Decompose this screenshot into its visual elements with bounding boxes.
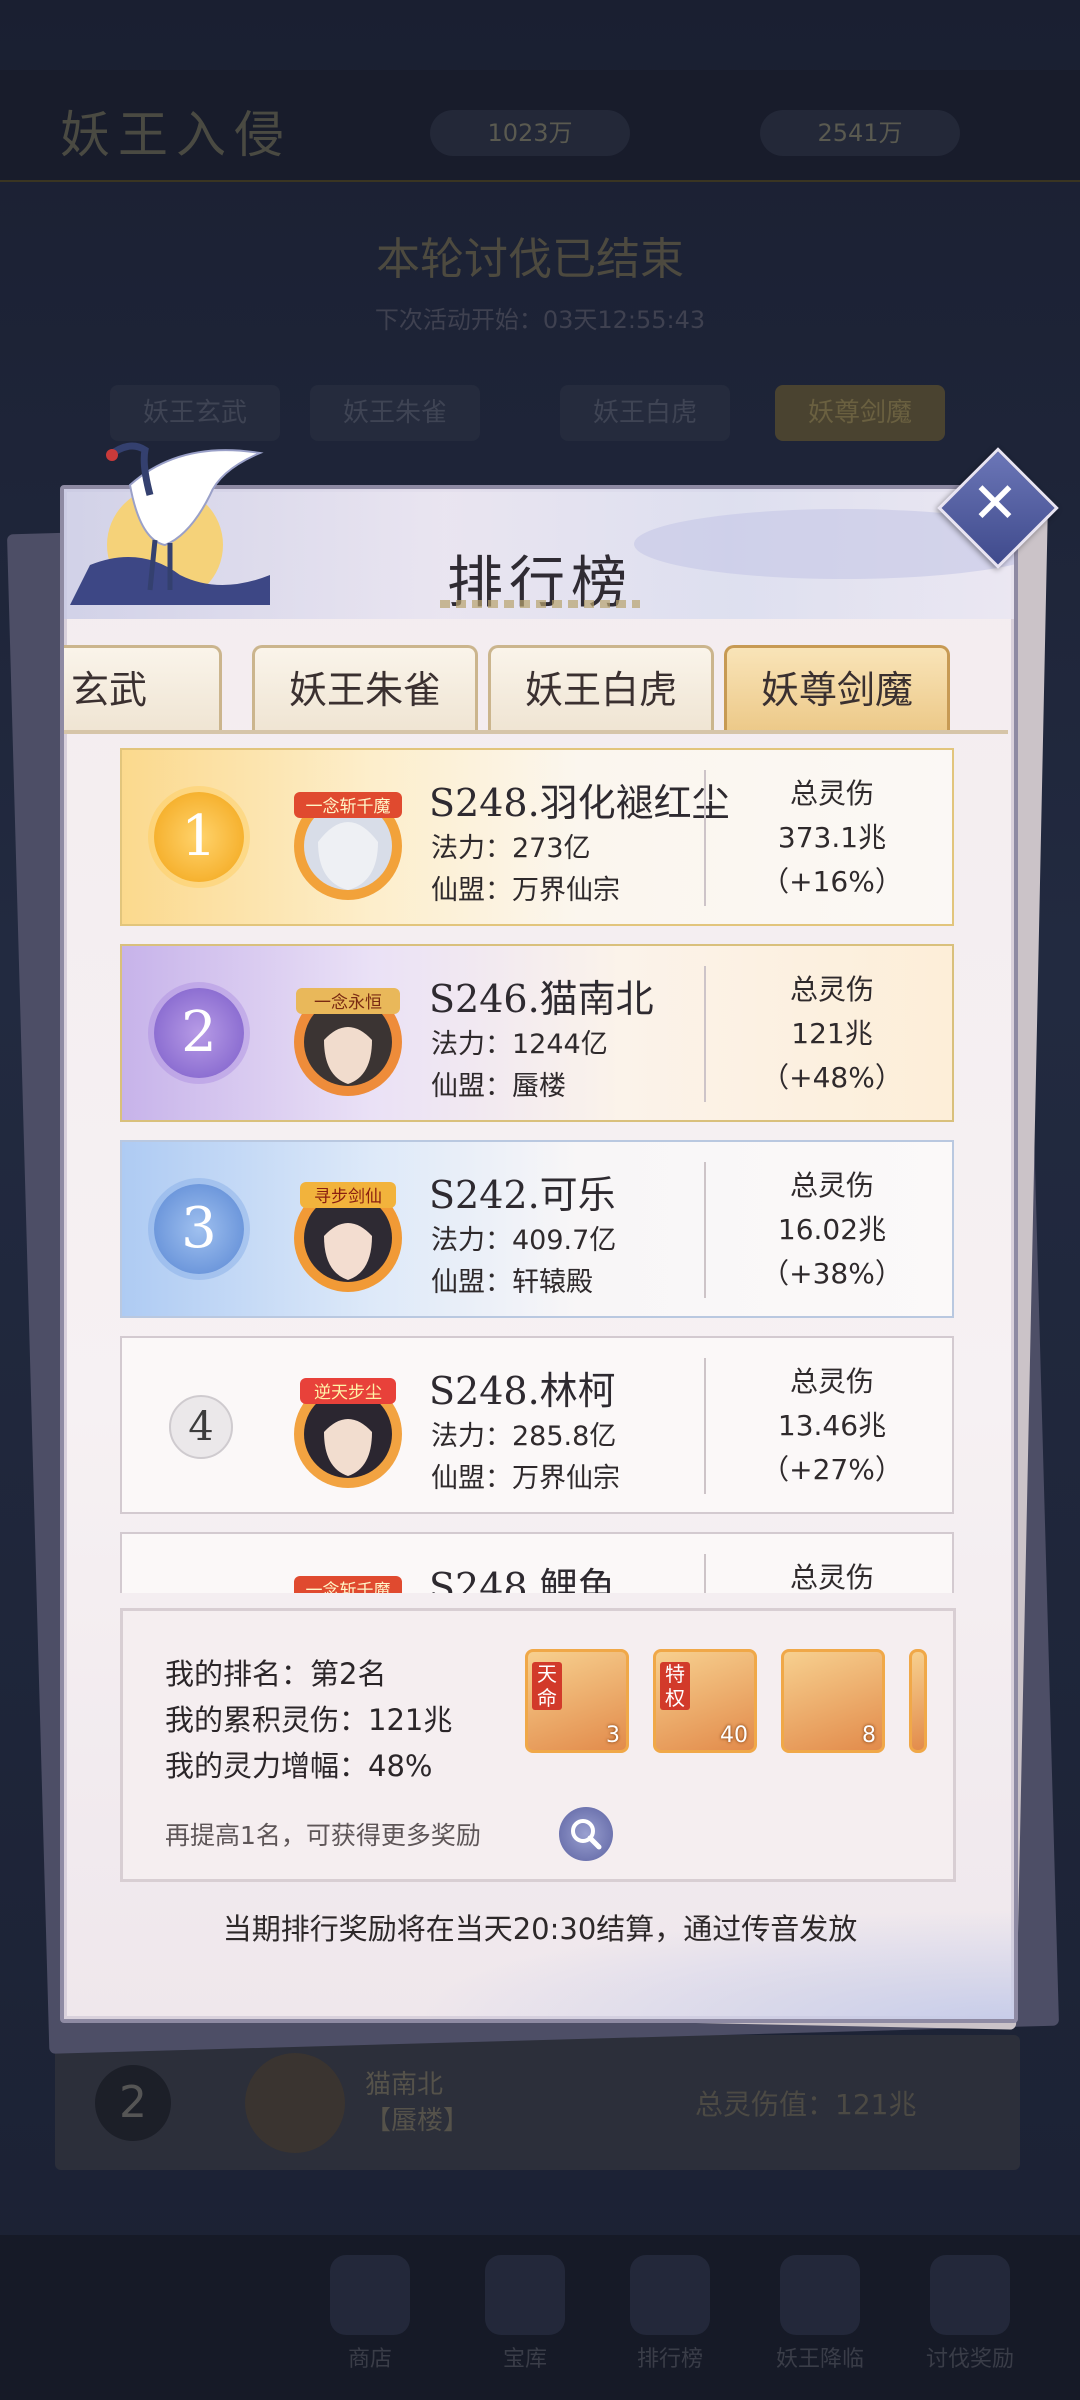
search-icon[interactable]	[559, 1807, 613, 1861]
player-name: S248.林柯	[429, 1369, 616, 1413]
stat-label: 总灵伤	[789, 1561, 874, 1593]
stat-change: （+27%）	[761, 1453, 903, 1486]
boss-tabs: 玄武 妖王朱雀 妖王白虎 妖尊剑魔	[64, 645, 1008, 735]
stat-change: （+38%）	[761, 1257, 903, 1290]
ranking-list[interactable]: 1 一念斩千魔 S248.羽化褪红尘 法力：273亿 仙盟：万界仙宗 总灵伤 3…	[120, 748, 956, 1593]
tab-xuanwu[interactable]: 玄武	[64, 645, 222, 734]
my-power-boost: 我的灵力增幅：48%	[165, 1749, 433, 1783]
stat-label: 总灵伤	[789, 1365, 874, 1398]
stat-value: 121兆	[791, 1017, 873, 1050]
my-rank-text: 我的排名：第2名	[165, 1657, 387, 1691]
tab-jianmo[interactable]: 妖尊剑魔	[724, 645, 950, 734]
reward-count: 40	[720, 1723, 748, 1748]
background-my-rank: 2	[95, 2065, 171, 2141]
stat-change: （+48%）	[761, 1061, 903, 1094]
ranking-row[interactable]: 3 寻步剑仙 S242.可乐 法力：409.7亿 仙盟：轩辕殿 总灵伤 16.0…	[120, 1140, 954, 1318]
ranking-row[interactable]: 1 一念斩千魔 S248.羽化褪红尘 法力：273亿 仙盟：万界仙宗 总灵伤 3…	[120, 748, 954, 926]
reward-settlement-note: 当期排行奖励将在当天20:30结算，通过传音发放	[222, 1912, 858, 1946]
avatar-badge: 一念斩千魔	[306, 796, 391, 817]
row-divider	[704, 1554, 706, 1593]
avatar-badge: 一念斩千魔	[306, 1580, 391, 1593]
tab-baihu[interactable]: 妖王白虎	[488, 645, 714, 734]
background-tab-3: 妖王白虎	[560, 385, 730, 441]
background-banner-sub: 下次活动开始：03天12:55:43	[374, 306, 706, 334]
rank-hint: 再提高1名，可获得更多奖励	[165, 1821, 481, 1850]
my-total-damage: 我的累积灵伤：121兆	[165, 1703, 453, 1737]
title-ornament	[440, 600, 640, 608]
rank-medal-blue: 3	[154, 1184, 244, 1274]
reward-tag: 特权	[660, 1662, 690, 1710]
background-resource-1: 1023万	[430, 110, 630, 156]
player-avatar: 一念永恒	[294, 988, 402, 1096]
reward-count: 8	[862, 1723, 876, 1748]
player-name: S248.羽化褪红尘	[429, 781, 730, 825]
row-divider	[704, 1358, 706, 1494]
background-nav-item: 妖王降临	[770, 2255, 870, 2373]
player-guild: 仙盟：万界仙宗	[431, 875, 620, 906]
ranking-row[interactable]: 一念斩千魔 S248.鲤鱼 总灵伤	[120, 1532, 954, 1593]
avatar-badge: 一念永恒	[314, 992, 382, 1013]
stat-change: （+16%）	[761, 865, 903, 898]
reward-tag: 天命	[532, 1662, 562, 1710]
reward-item-partial[interactable]	[909, 1649, 927, 1753]
close-icon[interactable]: ✕	[955, 465, 1035, 545]
my-rank-panel: 我的排名：第2名 我的累积灵伤：121兆 我的灵力增幅：48% 再提高1名，可获…	[120, 1608, 956, 1882]
background-nav-item: 商店	[320, 2255, 420, 2373]
player-guild: 仙盟：轩辕殿	[431, 1267, 593, 1298]
player-avatar: 逆天步尘	[294, 1378, 402, 1488]
player-name: S248.鲤鱼	[429, 1565, 616, 1593]
row-divider	[704, 770, 706, 906]
player-power: 法力：273亿	[431, 833, 591, 864]
row-divider	[704, 1162, 706, 1298]
background-resource-2: 2541万	[760, 110, 960, 156]
player-avatar: 一念斩千魔	[294, 1576, 402, 1593]
reward-item[interactable]: 8	[781, 1649, 885, 1753]
reward-item[interactable]: 特权 40	[653, 1649, 757, 1753]
avatar-badge: 逆天步尘	[314, 1383, 382, 1403]
tab-zhuque[interactable]: 妖王朱雀	[252, 645, 478, 734]
stat-label: 总灵伤	[789, 973, 874, 1006]
stat-value: 13.46兆	[777, 1409, 887, 1442]
background-my-row: 2 猫南北 【蜃楼】 总灵伤值：121兆	[55, 2035, 1020, 2170]
avatar-badge: 寻步剑仙	[314, 1187, 382, 1207]
background-tab-2: 妖王朱雀	[310, 385, 480, 441]
background-bottom-nav: 商店 宝库 排行榜 妖王降临 讨伐奖励	[0, 2235, 1080, 2400]
rank-number: 4	[169, 1395, 233, 1459]
player-guild: 仙盟：蜃楼	[431, 1071, 566, 1102]
background-nav-item: 宝库	[475, 2255, 575, 2373]
player-name: S246.猫南北	[429, 977, 654, 1021]
ranking-row[interactable]: 2 一念永恒 S246.猫南北 法力：1244亿 仙盟：蜃楼 总灵伤 121兆 …	[120, 944, 954, 1122]
player-avatar: 寻步剑仙	[294, 1182, 402, 1292]
player-power: 法力：1244亿	[431, 1029, 608, 1060]
background-banner: 本轮讨伐已结束	[376, 234, 684, 285]
player-guild: 仙盟：万界仙宗	[431, 1463, 620, 1494]
stat-label: 总灵伤	[789, 777, 874, 810]
stat-label: 总灵伤	[789, 1169, 874, 1202]
player-power: 法力：285.8亿	[431, 1421, 617, 1452]
player-power: 法力：409.7亿	[431, 1225, 617, 1256]
row-divider	[704, 966, 706, 1102]
player-name: S242.可乐	[429, 1173, 616, 1217]
background-title: 妖王入侵	[60, 106, 292, 164]
background-avatar	[245, 2053, 345, 2153]
reward-item[interactable]: 天命 3	[525, 1649, 629, 1753]
player-avatar: 一念斩千魔	[294, 792, 402, 900]
background-nav-item: 讨伐奖励	[920, 2255, 1020, 2373]
rank-medal-purple: 2	[154, 988, 244, 1078]
rank-medal-gold: 1	[154, 792, 244, 882]
background-my-name: 猫南北 【蜃楼】	[365, 2070, 470, 2136]
background-my-value: 总灵伤值：121兆	[695, 2088, 917, 2121]
background-tab-4: 妖尊剑魔	[775, 385, 945, 441]
stat-value: 16.02兆	[777, 1213, 887, 1246]
reward-count: 3	[606, 1723, 620, 1748]
tabs-underline	[64, 730, 1008, 734]
stat-value: 373.1兆	[777, 821, 887, 854]
ranking-row[interactable]: 4 逆天步尘 S248.林柯 法力：285.8亿 仙盟：万界仙宗 总灵伤 13.…	[120, 1336, 954, 1514]
background-nav-item: 排行榜	[620, 2255, 720, 2373]
